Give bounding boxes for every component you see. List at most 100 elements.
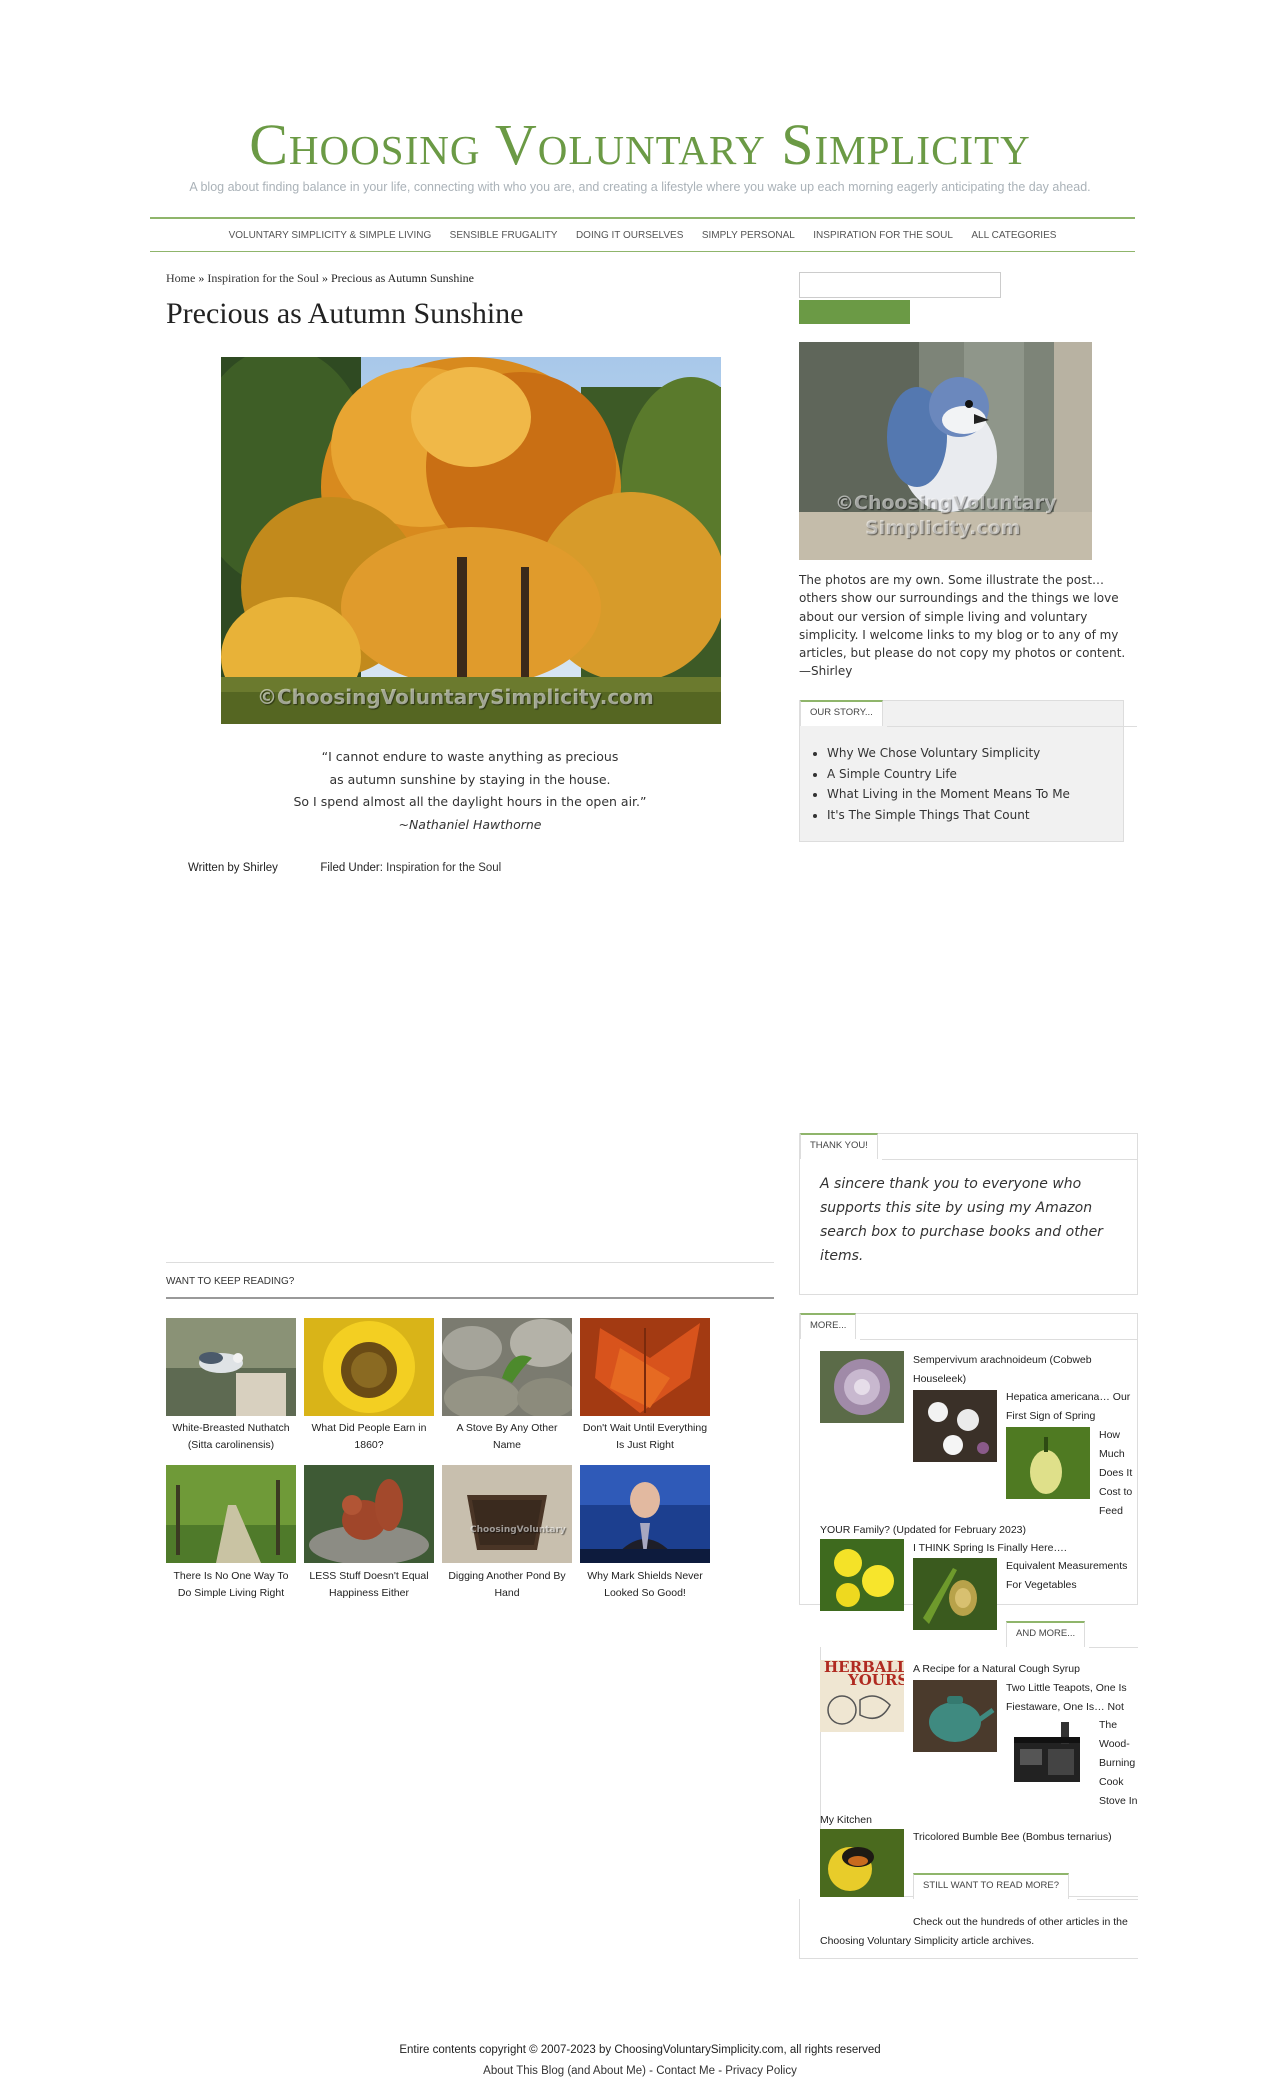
site-title[interactable]: Choosing Voluntary Simplicity — [150, 110, 1130, 180]
quote-line: So I spend almost all the daylight hours… — [293, 794, 647, 809]
autumn-trees-photo: ©ChoosingVoluntarySimplicity.com — [221, 357, 721, 724]
sidebar-search-input[interactable] — [799, 272, 1001, 298]
filed-under-link[interactable]: Inspiration for the Soul — [386, 862, 501, 874]
more-link-feed-family[interactable]: How — [1099, 1426, 1120, 1445]
post-title: Precious as Autumn Sunshine — [166, 297, 524, 330]
related-title[interactable]: A Stove By Any Other Name — [442, 1420, 572, 1454]
and-more-link-cook-stove[interactable]: My Kitchen — [820, 1811, 872, 1830]
sidebar-search-button[interactable] — [799, 300, 910, 324]
footer-contact-link[interactable]: Contact Me — [656, 2065, 715, 2077]
widget-rule — [860, 1339, 1138, 1340]
more-thumb-cobweb-houseleek[interactable] — [820, 1351, 904, 1423]
more-link-feed-family[interactable]: Does It — [1099, 1464, 1132, 1483]
and-more-thumb-cook-stove[interactable] — [1006, 1717, 1090, 1789]
and-more-link-cook-stove[interactable]: The — [1099, 1716, 1117, 1735]
photo-watermark: ©ChoosingVoluntary — [835, 492, 1057, 514]
main-nav: Voluntary Simplicity & Simple Living Sen… — [150, 217, 1135, 252]
related-title[interactable]: Don't Wait Until Everything Is Just Righ… — [580, 1420, 710, 1454]
story-link[interactable]: It's The Simple Things That Count — [827, 805, 1131, 826]
footer-links: About This Blog (and About Me) - Contact… — [0, 2061, 1280, 2082]
more-link-spring[interactable]: I THINK Spring Is Finally Here…. — [913, 1539, 1067, 1558]
related-title[interactable]: What Did People Earn in 1860? — [304, 1420, 434, 1454]
and-more-thumb-teapot[interactable] — [913, 1680, 997, 1752]
breadcrumb-separator: » — [318, 271, 331, 285]
post-author: Written by Shirley — [188, 862, 278, 874]
related-thumb-tv-anchor[interactable] — [580, 1465, 710, 1563]
thank-you-tab: Thank You! — [800, 1133, 878, 1159]
and-more-link-cook-stove[interactable]: Cook — [1099, 1773, 1124, 1792]
more-thumb-yellow-flowers[interactable] — [820, 1539, 904, 1611]
archives-link[interactable]: Check out the hundreds of other articles… — [913, 1913, 1138, 1932]
and-more-link-bumble-bee[interactable]: Tricolored Bumble Bee (Bombus ternarius) — [913, 1828, 1112, 1847]
more-thumb-vegetables[interactable] — [913, 1558, 997, 1630]
more-link-feed-family[interactable]: Feed — [1099, 1502, 1123, 1521]
nav-item-simply-personal[interactable]: Simply Personal — [702, 219, 795, 252]
still-more-tab: Still Want to Read More? — [913, 1873, 1070, 1899]
more-link-cobweb[interactable]: Sempervivum arachnoideum (Cobweb — [913, 1351, 1092, 1370]
thumb-watermark: ChoosingVoluntary — [470, 1525, 566, 1535]
photo-note: The photos are my own. Some illustrate t… — [799, 573, 1126, 679]
related-thumb-sunflower[interactable] — [304, 1318, 434, 1416]
story-link[interactable]: Why We Chose Voluntary Simplicity — [827, 743, 1131, 764]
more-link-measurements[interactable]: For Vegetables — [1006, 1576, 1077, 1595]
breadcrumb: Home » Inspiration for the Soul » Precio… — [166, 271, 474, 286]
breadcrumb-category-link[interactable]: Inspiration for the Soul — [207, 271, 319, 285]
widget-rule — [882, 1159, 1138, 1160]
footer: Entire contents copyright © 2007-2023 by… — [0, 2040, 1280, 2082]
and-more-link-cook-stove[interactable]: Stove In — [1099, 1792, 1138, 1811]
and-more-link-teapots[interactable]: Fiestaware, One Is… Not — [1006, 1698, 1138, 1717]
related-title[interactable]: LESS Stuff Doesn't Equal Happiness Eithe… — [304, 1568, 434, 1602]
related-title[interactable]: Digging Another Pond By Hand — [442, 1568, 572, 1602]
footer-separator: - — [715, 2065, 726, 2077]
filed-under-label: Filed Under: — [320, 862, 387, 874]
nav-item-all-categories[interactable]: All Categories — [971, 219, 1056, 252]
and-more-thumb-herbally-yours[interactable]: HERBALLY YOURS — [820, 1660, 904, 1732]
nav-item-voluntary-simplicity[interactable]: Voluntary Simplicity & Simple Living — [229, 219, 432, 252]
and-more-link-cough-syrup[interactable]: A Recipe for a Natural Cough Syrup — [913, 1660, 1080, 1679]
site-description: A blog about finding balance in your lif… — [189, 180, 1091, 194]
related-thumb-forest-road[interactable] — [166, 1465, 296, 1563]
archives-link[interactable]: Choosing Voluntary Simplicity article ar… — [820, 1932, 1034, 1951]
related-title[interactable]: There Is No One Way To Do Simple Living … — [166, 1568, 296, 1602]
footer-privacy-link[interactable]: Privacy Policy — [725, 2065, 797, 2077]
footer-copyright: Entire contents copyright © 2007-2023 by… — [399, 2044, 881, 2056]
nav-item-sensible-frugality[interactable]: Sensible Frugality — [450, 219, 558, 252]
post-meta: Written by Shirley Filed Under: Inspirat… — [188, 862, 501, 874]
more-link-cobweb[interactable]: Houseleek) — [913, 1370, 966, 1389]
related-top-rule — [166, 1262, 774, 1263]
nav-item-doing-it-ourselves[interactable]: Doing It Ourselves — [576, 219, 683, 252]
photo-watermark: ©ChoosingVoluntarySimplicity.com — [257, 685, 654, 709]
related-thumb-nuthatch[interactable] — [166, 1318, 296, 1416]
widget-rule — [887, 726, 1137, 727]
more-tab: More... — [800, 1313, 857, 1339]
more-thumb-hepatica[interactable] — [913, 1390, 997, 1462]
related-thumb-squirrel[interactable] — [304, 1465, 434, 1563]
more-link-feed-family[interactable]: Cost to — [1099, 1483, 1132, 1502]
related-title[interactable]: Why Mark Shields Never Looked So Good! — [580, 1568, 710, 1602]
related-thumb-pond[interactable]: ChoosingVoluntary — [442, 1465, 572, 1563]
and-more-link-teapots[interactable]: Two Little Teapots, One Is — [1006, 1679, 1138, 1698]
and-more-thumb-bumble-bee[interactable] — [820, 1829, 904, 1897]
breadcrumb-separator: » — [195, 271, 208, 285]
and-more-link-cook-stove[interactable]: Wood- — [1099, 1735, 1130, 1754]
story-link[interactable]: A Simple Country Life — [827, 764, 1131, 785]
quote-attribution: ~Nathaniel Hawthorne — [398, 816, 542, 832]
related-thumb-red-leaves[interactable] — [580, 1318, 710, 1416]
blue-jay-photo: ©ChoosingVoluntary Simplicity.com — [799, 342, 1092, 560]
footer-about-link[interactable]: About This Blog (and About Me) — [483, 2065, 646, 2077]
and-more-link-cook-stove[interactable]: Burning — [1099, 1754, 1135, 1773]
nav-item-inspiration[interactable]: Inspiration for the Soul — [813, 219, 953, 252]
more-thumb-squash[interactable] — [1006, 1427, 1090, 1499]
more-link-feed-family[interactable]: Much — [1099, 1445, 1125, 1464]
more-link-measurements[interactable]: Equivalent Measurements — [1006, 1557, 1127, 1576]
related-thumb-stove[interactable] — [442, 1318, 572, 1416]
story-link[interactable]: What Living in the Moment Means To Me — [827, 784, 1131, 805]
more-link-hepatica[interactable]: Hepatica americana… Our — [1006, 1388, 1138, 1407]
more-link-hepatica[interactable]: First Sign of Spring — [1006, 1407, 1095, 1426]
photo-watermark: Simplicity.com — [865, 517, 1021, 539]
thank-you-text: A sincere thank you to everyone who supp… — [820, 1176, 1103, 1264]
more-link-feed-family[interactable]: YOUR Family? (Updated for February 2023) — [820, 1521, 1026, 1540]
our-story-tab: Our Story... — [800, 700, 883, 726]
breadcrumb-home-link[interactable]: Home — [166, 271, 195, 285]
related-title[interactable]: White-Breasted Nuthatch (Sitta carolinen… — [166, 1420, 296, 1454]
